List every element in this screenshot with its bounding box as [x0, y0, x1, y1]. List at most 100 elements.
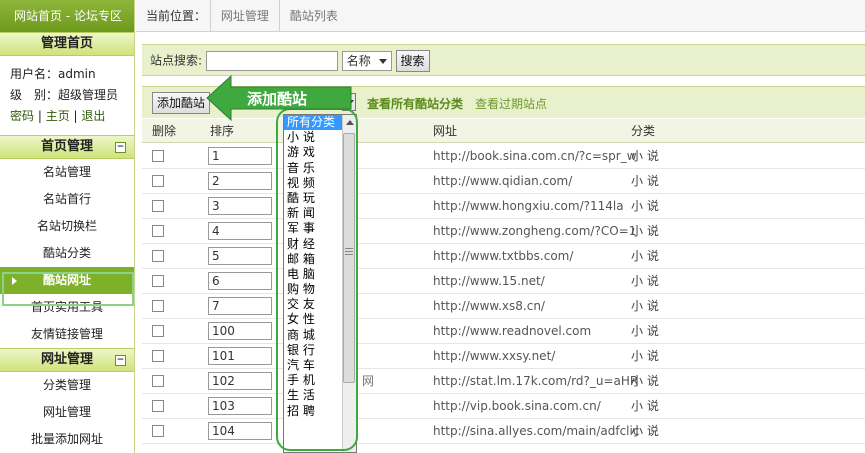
collapse-icon[interactable]: − [115, 142, 126, 153]
order-input[interactable]: 7 [208, 297, 272, 315]
order-input[interactable]: 100 [208, 322, 272, 340]
delete-checkbox[interactable] [152, 300, 164, 312]
breadcrumb-item[interactable]: 网址管理 [209, 0, 279, 32]
add-site-callout: 添加酷站 [206, 74, 352, 122]
table-row: 6 http://www.15.net/小 说 [142, 269, 865, 294]
order-input[interactable]: 101 [208, 347, 272, 365]
chevron-down-icon [378, 59, 387, 64]
admin-home-heading[interactable]: 管理首页 [0, 32, 134, 56]
order-input[interactable]: 2 [208, 172, 272, 190]
collapse-icon[interactable]: − [115, 355, 126, 366]
section-home-manage[interactable]: 首页管理 − [0, 135, 134, 159]
user-info: 用户名：admin 级 别：超级管理员 密码 | 主页 | 退出 [0, 56, 134, 135]
table-row: 7 http://www.xs8.cn/小 说 [142, 294, 865, 319]
grip-icon [345, 248, 353, 249]
site-category: 小 说 [631, 324, 659, 338]
add-site-button[interactable]: 添加酷站 [152, 92, 211, 114]
search-bar: 站点搜索: 名称 搜索 [142, 44, 865, 76]
delete-checkbox[interactable] [152, 375, 164, 387]
table-body: 1 http://book.sina.com.cn/?c=spr_w 小 说 2 htt… [142, 144, 865, 444]
menu-item-active[interactable]: 酷站网址 [0, 267, 134, 294]
site-url[interactable]: http://www.readnovel.com [433, 319, 643, 344]
view-all-categories-link[interactable]: 查看所有酷站分类 [367, 95, 463, 112]
search-label: 站点搜索: [150, 53, 203, 68]
order-input[interactable]: 3 [208, 197, 272, 215]
menu-item[interactable]: 酷站分类 [0, 240, 134, 267]
site-name: 网 [362, 374, 375, 388]
order-input[interactable]: 102 [208, 372, 272, 390]
site-url[interactable]: http://vip.book.sina.com.cn/ [433, 394, 643, 419]
delete-checkbox[interactable] [152, 350, 164, 362]
menu-item[interactable]: 友情链接管理 [0, 321, 134, 348]
homepage-link[interactable]: 主页 [46, 109, 70, 123]
site-url[interactable]: http://www.xs8.cn/ [433, 294, 643, 319]
site-url[interactable]: http://www.zongheng.com/?CO=1 [433, 219, 643, 244]
site-url[interactable]: http://www.hongxiu.com/?114la [433, 194, 643, 219]
table-row: 104 http://sina.allyes.com/main/adfclic 小 … [142, 419, 865, 444]
site-category: 小 说 [631, 424, 659, 438]
site-url[interactable]: http://www.15.net/ [433, 269, 643, 294]
col-url: 网址 [433, 124, 458, 138]
section-title: 首页管理 [40, 139, 93, 154]
dropdown-scrollbar[interactable] [342, 115, 356, 452]
site-url[interactable]: http://www.txtbbs.com/ [433, 244, 643, 269]
col-category: 分类 [631, 124, 656, 138]
logout-link[interactable]: 退出 [81, 109, 105, 123]
order-input[interactable]: 4 [208, 222, 272, 240]
site-category: 小 说 [631, 224, 659, 238]
site-category: 小 说 [631, 374, 659, 388]
main-content: 当前位置： 网址管理 酷站列表 站点搜索: 名称 搜索 添加酷站 查看所有酷站分类… [136, 0, 865, 453]
menu-item[interactable]: 名站切换栏 [0, 213, 134, 240]
order-input[interactable]: 104 [208, 422, 272, 440]
view-expired-link[interactable]: 查看过期站点 [475, 95, 547, 112]
menu-item[interactable]: 名站管理 [0, 159, 134, 186]
delete-checkbox[interactable] [152, 325, 164, 337]
delete-checkbox[interactable] [152, 225, 164, 237]
order-input[interactable]: 103 [208, 397, 272, 415]
site-url[interactable]: http://sina.allyes.com/main/adfclic [433, 419, 643, 444]
site-url[interactable]: http://www.qidian.com/ [433, 169, 643, 194]
search-button[interactable]: 搜索 [395, 50, 430, 72]
delete-checkbox[interactable] [152, 175, 164, 187]
site-url[interactable]: http://stat.lm.17k.com/rd?_u=aHR [433, 369, 643, 394]
breadcrumb-item[interactable]: 酷站列表 [278, 0, 348, 32]
scroll-thumb[interactable] [343, 133, 355, 383]
search-field-select[interactable]: 名称 [341, 51, 392, 71]
search-input[interactable] [205, 51, 338, 71]
menu-item[interactable]: 名站首行 [0, 186, 134, 213]
select-value: 名称 [346, 54, 371, 68]
table-row: 5 http://www.txtbbs.com/小 说 [142, 244, 865, 269]
site-url[interactable]: http://www.xxsy.net/ [433, 344, 643, 369]
table-row: 4 http://www.zongheng.com/?CO=1 小 说 [142, 219, 865, 244]
delete-checkbox[interactable] [152, 250, 164, 262]
section-url-manage[interactable]: 网址管理 − [0, 348, 134, 372]
menu-item[interactable]: 网址管理 [0, 399, 134, 426]
site-category: 小 说 [631, 249, 659, 263]
order-input[interactable]: 5 [208, 247, 272, 265]
delete-checkbox[interactable] [152, 400, 164, 412]
menu-item[interactable]: 批量添加网址 [0, 426, 134, 453]
site-category: 小 说 [631, 299, 659, 313]
section-title: 网址管理 [40, 352, 93, 367]
table-header: 删除 排序 网址 分类 [142, 119, 865, 143]
delete-checkbox[interactable] [152, 200, 164, 212]
delete-checkbox[interactable] [152, 150, 164, 162]
sidebar: 网站首页 - 论坛专区 管理首页 用户名：admin 级 别：超级管理员 密码 … [0, 0, 135, 453]
order-input[interactable]: 6 [208, 272, 272, 290]
site-logo-link[interactable]: 网站首页 - 论坛专区 [0, 0, 134, 32]
site-url[interactable]: http://book.sina.com.cn/?c=spr_w [433, 144, 643, 169]
table-row: 103 http://vip.book.sina.com.cn/小 说 [142, 394, 865, 419]
table-row: 3 http://www.hongxiu.com/?114la 小 说 [142, 194, 865, 219]
callout-text: 添加酷站 [247, 90, 307, 108]
menu-item[interactable]: 分类管理 [0, 372, 134, 399]
col-delete: 删除 [152, 124, 177, 138]
order-input[interactable]: 1 [208, 147, 272, 165]
delete-checkbox[interactable] [152, 425, 164, 437]
site-category: 小 说 [631, 174, 659, 188]
menu-item[interactable]: 首页实用工具 [0, 294, 134, 321]
category-dropdown-list[interactable]: 所有分类小 说游 戏音 乐视 频酷 玩新 闻军 事财 经邮 箱电 脑购 物交 友… [283, 114, 357, 453]
site-category: 小 说 [631, 399, 659, 413]
table-row: 102 网 http://stat.lm.17k.com/rd?_u=aHR 小 说 [142, 369, 865, 394]
password-link[interactable]: 密码 [10, 109, 34, 123]
delete-checkbox[interactable] [152, 275, 164, 287]
